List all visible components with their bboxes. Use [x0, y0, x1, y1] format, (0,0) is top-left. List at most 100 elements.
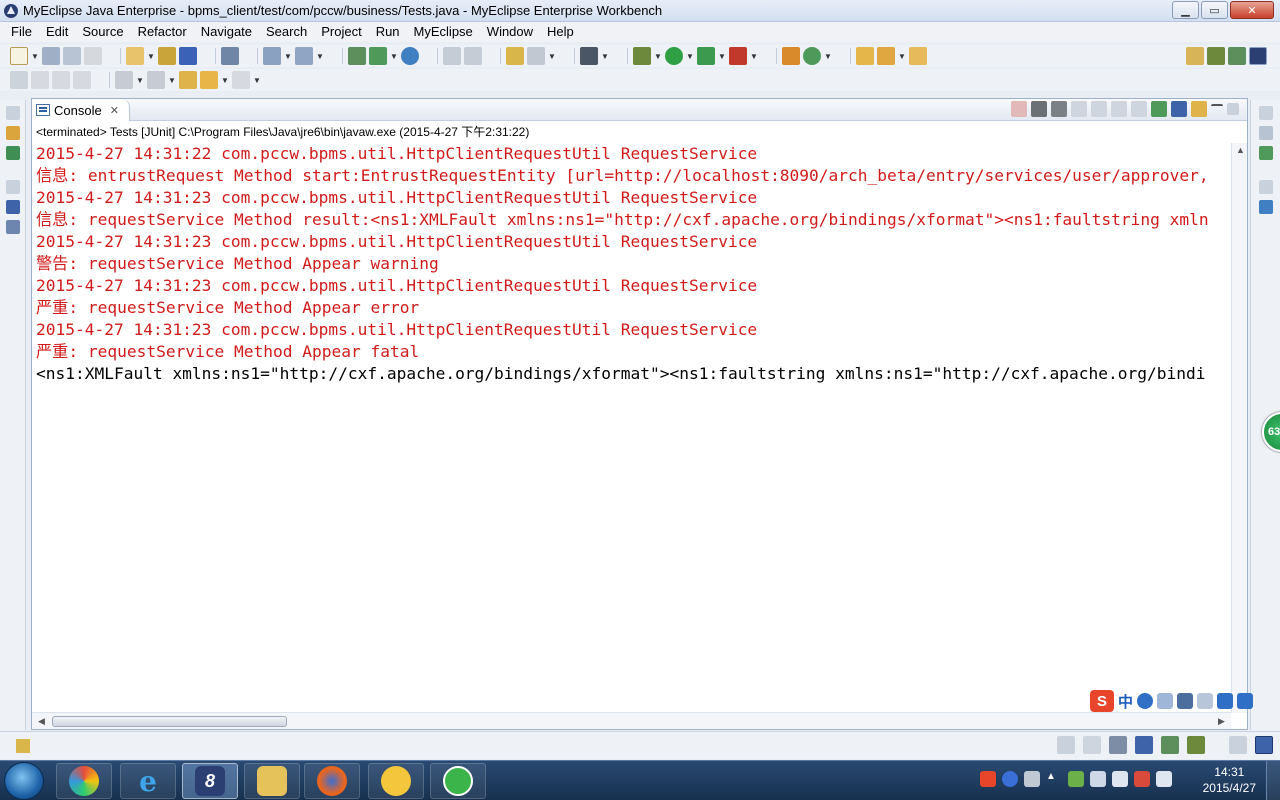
globe-icon[interactable] [401, 47, 419, 65]
menu-run[interactable]: Run [369, 22, 407, 42]
package-icon[interactable] [158, 47, 176, 65]
restore-icon[interactable] [5, 106, 20, 120]
new-class-dropdown-icon[interactable]: ▼ [390, 47, 398, 65]
keyboard-icon[interactable] [1177, 693, 1194, 709]
system-clock[interactable]: 14:31 2015/4/27 [1203, 764, 1256, 796]
help-tray-icon[interactable] [1002, 771, 1018, 787]
menu-edit[interactable]: Edit [39, 22, 75, 42]
minimize-button[interactable]: ▁ [1172, 1, 1199, 19]
new-icon[interactable] [10, 47, 28, 65]
save-icon[interactable] [42, 47, 60, 65]
horizontal-scroll-thumb[interactable] [52, 716, 287, 727]
restore-icon-right[interactable] [1258, 106, 1273, 120]
horizontal-scrollbar[interactable]: ◀ ▶ [32, 712, 1231, 729]
wand-icon[interactable] [263, 47, 281, 65]
open-console-icon[interactable] [1191, 101, 1207, 117]
menu-navigate[interactable]: Navigate [194, 22, 259, 42]
task-green-app[interactable] [430, 763, 486, 799]
wand-dropdown-icon[interactable]: ▼ [284, 47, 292, 65]
run-dropdown-icon[interactable]: ▼ [686, 47, 694, 65]
terminate-icon[interactable] [1011, 101, 1027, 117]
wrench-icon[interactable] [1237, 693, 1254, 709]
deploy-icon[interactable] [179, 47, 197, 65]
run-config-icon[interactable] [697, 47, 715, 65]
image-view-icon[interactable] [5, 200, 20, 214]
fast-view-icon[interactable] [16, 739, 30, 753]
maximize-button[interactable]: ▭ [1201, 1, 1228, 19]
debug-view-icon[interactable] [1187, 736, 1205, 754]
hierarchy-view-icon[interactable] [5, 146, 20, 160]
link-dropdown-icon[interactable]: ▼ [548, 47, 556, 65]
prev-annotation-icon[interactable] [147, 71, 165, 89]
image-preview-icon[interactable] [1109, 736, 1127, 754]
refresh-dropdown-icon[interactable]: ▼ [824, 47, 832, 65]
menu-myeclipse[interactable]: MyEclipse [407, 22, 480, 42]
server-icon[interactable] [221, 47, 239, 65]
run-config-dropdown-icon[interactable]: ▼ [718, 47, 726, 65]
show-on-output-icon[interactable] [1111, 101, 1127, 117]
show-on-error-icon[interactable] [1131, 101, 1147, 117]
task-chat-app[interactable] [368, 763, 424, 799]
new-class-icon[interactable] [369, 47, 387, 65]
menu-project[interactable]: Project [314, 22, 368, 42]
new-dropdown-icon[interactable]: ▼ [31, 47, 39, 65]
restore-icon-right-2[interactable] [1258, 180, 1273, 194]
web-view-icon[interactable] [1161, 736, 1179, 754]
minimize-view-icon[interactable] [1211, 104, 1223, 114]
open-perspective-icon[interactable] [1186, 47, 1204, 65]
close-button[interactable]: ✕ [1230, 1, 1274, 19]
task-file-explorer[interactable] [244, 763, 300, 799]
vertical-scrollbar[interactable]: ▲ [1231, 143, 1247, 713]
menu-help[interactable]: Help [540, 22, 581, 42]
ime-mode-indicator[interactable]: 中 [1118, 691, 1133, 712]
forward-icon[interactable] [232, 71, 250, 89]
new-project-dropdown-icon[interactable]: ▼ [147, 47, 155, 65]
start-button[interactable] [4, 762, 44, 800]
save-all-icon[interactable] [63, 47, 81, 65]
console-minimized-icon[interactable] [1255, 736, 1273, 754]
scroll-lock-icon[interactable] [1091, 101, 1107, 117]
open-type-icon[interactable] [348, 47, 366, 65]
show-desktop-button[interactable] [1266, 761, 1280, 800]
refresh-icon[interactable] [803, 47, 821, 65]
show-whitespace-icon[interactable] [73, 71, 91, 89]
maximize-view-icon[interactable] [1227, 103, 1239, 115]
menu-source[interactable]: Source [75, 22, 130, 42]
scroll-up-icon[interactable]: ▲ [1236, 145, 1245, 155]
next-annotation-dropdown-icon[interactable]: ▼ [136, 71, 144, 89]
ime-tray-icon[interactable] [1024, 771, 1040, 787]
print-icon[interactable] [84, 47, 102, 65]
new-project-icon[interactable] [126, 47, 144, 65]
task-internet-explorer[interactable]: e [120, 763, 176, 799]
prev-annotation-dropdown-icon[interactable]: ▼ [168, 71, 176, 89]
servers-view-icon[interactable] [1135, 736, 1153, 754]
restore-icon-2[interactable] [5, 180, 20, 194]
task-firefox[interactable] [304, 763, 360, 799]
run-icon[interactable] [665, 47, 683, 65]
close-tab-icon[interactable]: ✕ [110, 104, 119, 117]
search-tool-dropdown-icon[interactable]: ▼ [316, 47, 324, 65]
scroll-right-icon[interactable]: ▶ [1218, 716, 1225, 727]
moon-icon[interactable] [1137, 693, 1154, 709]
search-tool-icon[interactable] [295, 47, 313, 65]
open-folder-icon[interactable] [856, 47, 874, 65]
task-myeclipse[interactable]: 8 [182, 763, 238, 799]
forward-dropdown-icon[interactable]: ▼ [253, 71, 261, 89]
show-hidden-icons-icon[interactable]: ▲ [1046, 771, 1062, 787]
camera-icon[interactable] [580, 47, 598, 65]
task-list-icon[interactable] [506, 47, 524, 65]
myeclipse-perspective-icon[interactable] [1249, 47, 1267, 65]
package-explorer-icon[interactable] [5, 126, 20, 140]
flag-tray-icon[interactable] [1134, 771, 1150, 787]
display-console-icon[interactable] [1171, 101, 1187, 117]
back-icon[interactable] [200, 71, 218, 89]
java-perspective-icon[interactable] [1228, 47, 1246, 65]
tab-console[interactable]: Console ✕ [32, 99, 130, 121]
external-tools-dropdown-icon[interactable]: ▼ [750, 47, 758, 65]
user-icon[interactable] [1197, 693, 1214, 709]
menu-file[interactable]: File [4, 22, 39, 42]
sogou-tray-icon[interactable] [980, 771, 996, 787]
debug-icon[interactable] [633, 47, 651, 65]
menu-refactor[interactable]: Refactor [131, 22, 194, 42]
menu-window[interactable]: Window [480, 22, 540, 42]
